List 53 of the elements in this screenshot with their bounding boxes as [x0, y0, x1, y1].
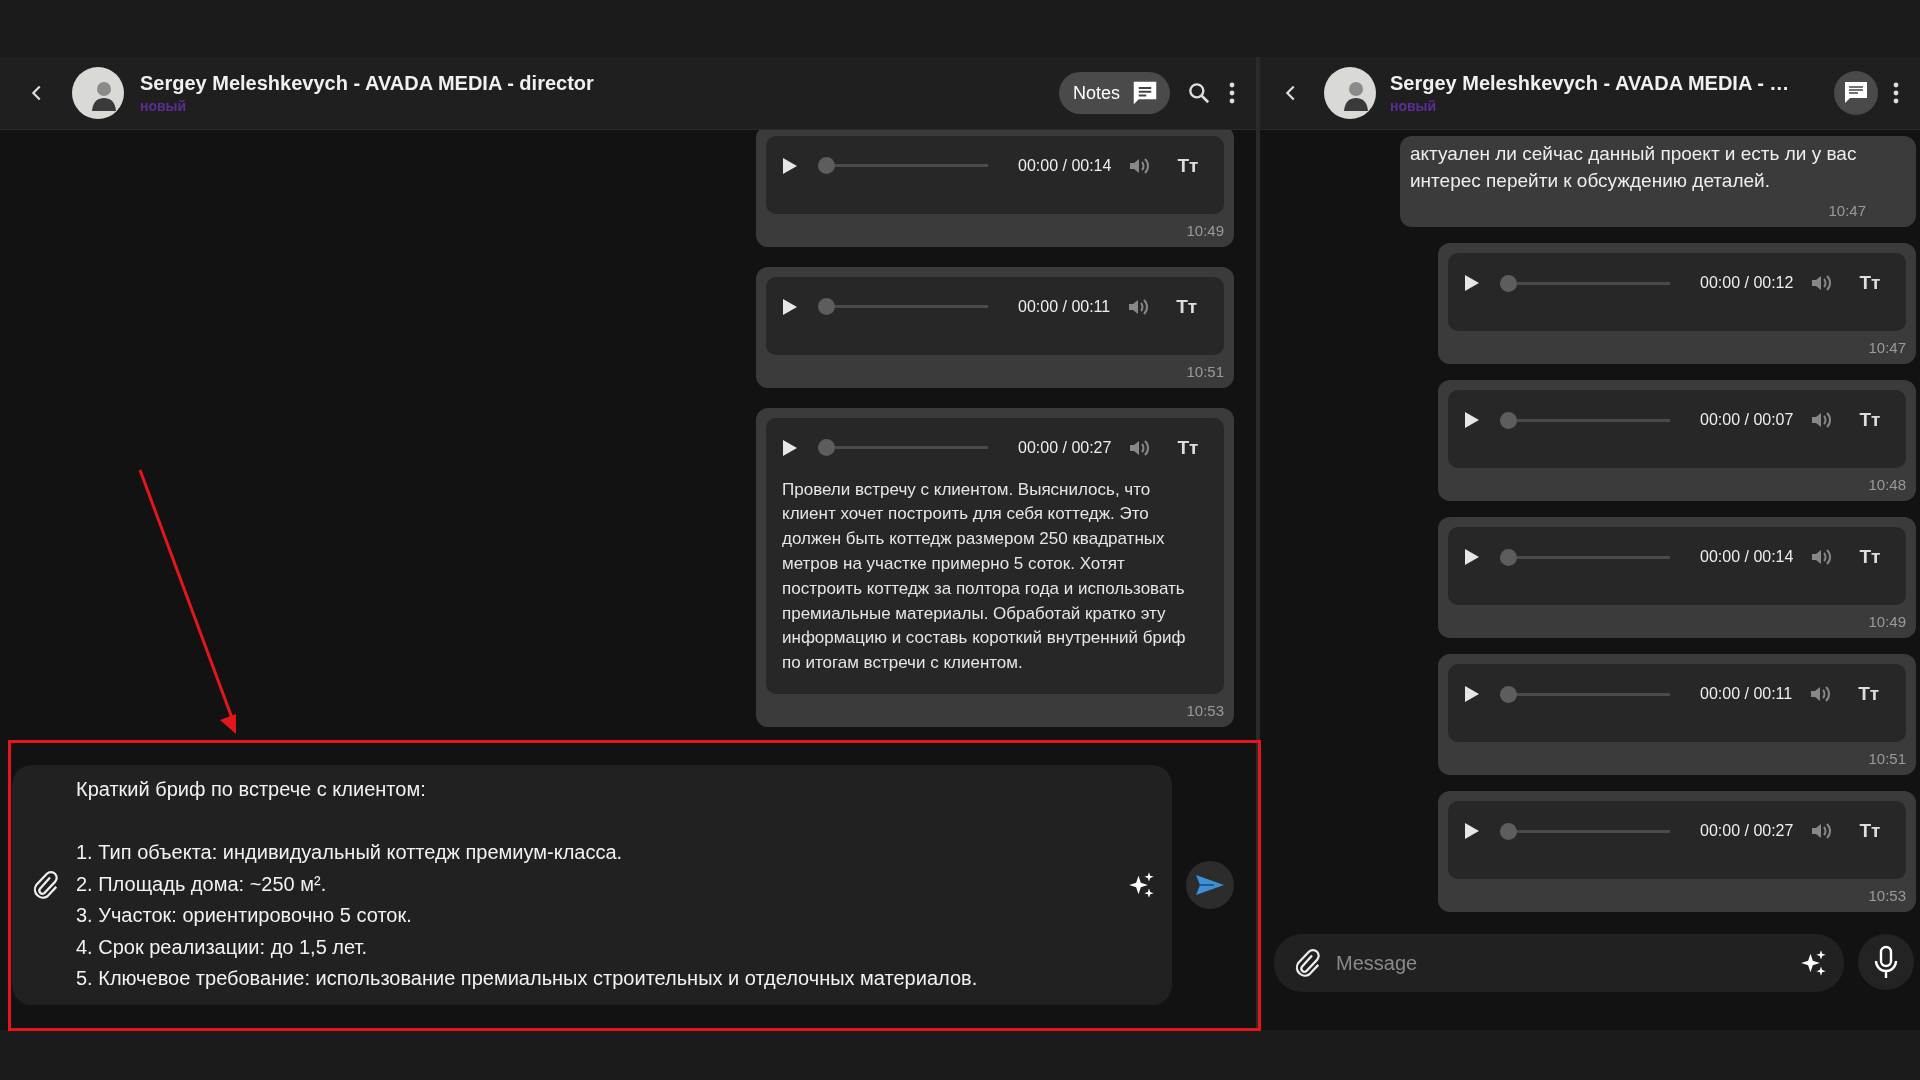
transcribe-button[interactable]: Tт: [1176, 295, 1198, 318]
message-time: 10:49: [1868, 613, 1906, 630]
status-label: новый: [1390, 98, 1437, 114]
audio-time: 00:00 / 00:14: [1018, 156, 1112, 175]
audio-time: 00:00 / 00:27: [1700, 822, 1794, 840]
message-time: 10:49: [1186, 221, 1224, 239]
transcribe-button[interactable]: Tт: [1859, 409, 1881, 431]
play-icon[interactable]: [1464, 548, 1480, 566]
avatar: [72, 67, 124, 119]
audio-time: 00:00 / 00:12: [1700, 274, 1794, 292]
transcript-text: Провели встречу с клиентом. Выяснилось, что клиент хочет построить для себя коттедж. Это должен быть коттедж размером 250 квадратных метров на участке примерно 5 соток. Хотят построить коттедж за полтора года и использовать премиальные материалы. Обработай кратко эту информацию и составь короткий внутренний бриф по итогам встречи с клиентом.: [782, 478, 1187, 675]
message-time: 10:48: [1868, 476, 1906, 493]
message-time: 10:53: [1868, 887, 1906, 904]
audio-time: 00:00 / 00:07: [1700, 411, 1794, 429]
more-icon[interactable]: [1892, 81, 1900, 105]
play-icon[interactable]: [1464, 822, 1480, 840]
send-button[interactable]: [1186, 861, 1234, 909]
chat-title: Sergey Meleshkevych - AVADA MEDIA - …: [1390, 72, 1791, 95]
transcribe-button[interactable]: Tт: [1177, 436, 1199, 459]
transcribe-button[interactable]: Tт: [1858, 683, 1880, 705]
microphone-button[interactable]: [1858, 934, 1914, 990]
message-time: 10:51: [1868, 750, 1906, 767]
chat-title: Sergey Meleshkevych - AVADA MEDIA - director: [140, 72, 595, 95]
play-icon[interactable]: [782, 438, 798, 457]
play-icon[interactable]: [782, 297, 798, 316]
message-time: 10:53: [1186, 702, 1224, 719]
message-time: 10:47: [1868, 339, 1906, 356]
message-field[interactable]: Message: [1334, 950, 1788, 976]
avatar: [1324, 67, 1376, 119]
transcribe-button[interactable]: Tт: [1859, 272, 1881, 294]
message-time: 10:51: [1186, 362, 1224, 380]
play-icon[interactable]: [1464, 411, 1480, 429]
play-icon[interactable]: [782, 156, 798, 175]
more-icon[interactable]: [1228, 81, 1236, 105]
message-field[interactable]: Краткий бриф по встрече с клиентом: 1. Тип объекта: индивидуальный коттедж премиум-класса. 2. Площадь дома: ~250 м². 3. Участок: ориентировочно 5 соток. 4. Срок реализации: до 1,5 лет. 5. Ключевое требование: использование премиальных строительных и отделочных материалов.: [12, 765, 1172, 1005]
status-label: новый: [140, 98, 187, 114]
audio-time: 00:00 / 00:11: [1700, 685, 1793, 703]
sparkle-icon[interactable]: [1128, 871, 1156, 899]
transcribe-button[interactable]: Tт: [1859, 546, 1881, 568]
audio-time: 00:00 / 00:27: [1018, 438, 1112, 457]
composer-bar[interactable]: Message: [1274, 934, 1844, 992]
message-text: актуален ли сейчас данный проект и есть ли у вас интерес перейти к обсуждению деталей.: [1410, 142, 1858, 193]
search-icon[interactable]: [1186, 80, 1212, 106]
message-time: 10:47: [1828, 202, 1866, 219]
transcribe-button[interactable]: Tт: [1859, 820, 1881, 842]
notes-button[interactable]: Notes: [1058, 72, 1170, 114]
play-icon[interactable]: [1464, 685, 1480, 703]
transcribe-button[interactable]: Tт: [1177, 154, 1199, 177]
notes-button[interactable]: [1834, 71, 1878, 115]
audio-time: 00:00 / 00:14: [1700, 548, 1794, 566]
sparkle-icon[interactable]: [1800, 949, 1828, 977]
play-icon[interactable]: [1464, 274, 1480, 292]
audio-time: 00:00 / 00:11: [1018, 297, 1111, 316]
